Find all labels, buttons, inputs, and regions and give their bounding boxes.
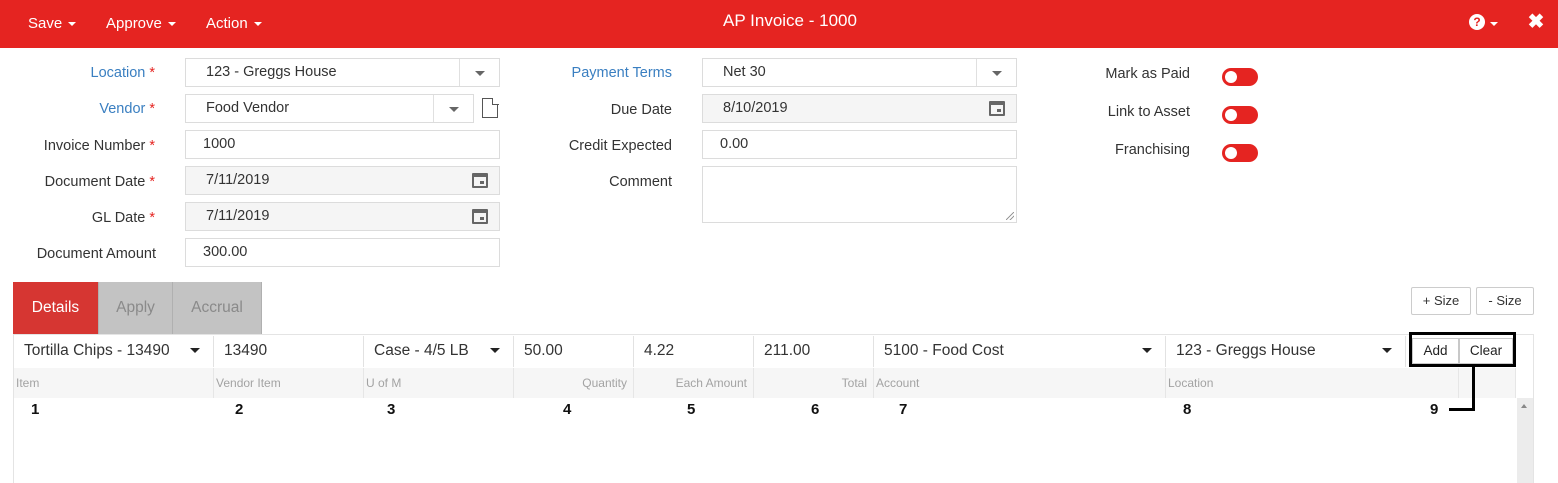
annotation-number: 8 [1183,401,1192,418]
credit-expected-label: Credit Expected [568,138,672,154]
account-value: 5100 - Food Cost [884,342,1004,359]
due-date-label: Due Date [610,102,672,118]
item-select[interactable]: Tortilla Chips - 13490 [14,336,214,367]
annotation-connector [1472,367,1475,411]
location-label: Location * [90,65,155,81]
chevron-down-icon[interactable] [1129,336,1165,365]
document-amount-input[interactable]: 300.00 [185,238,500,267]
annotation-highlight-box [1409,332,1516,367]
location-select[interactable]: 123 - Greggs House [185,58,500,87]
comment-label: Comment [609,174,672,190]
invoice-number-label: Invoice Number * [43,138,155,154]
location-value: 123 - Greggs House [206,64,337,80]
payment-terms-label: Payment Terms [571,65,672,81]
vendor-select[interactable]: Food Vendor [185,94,474,123]
quantity-input[interactable]: 50.00 [514,336,634,367]
close-icon[interactable]: ✖ [1527,10,1545,34]
document-date-label: Document Date * [44,174,155,190]
column-header-account[interactable]: Account [874,368,1166,398]
column-header-vendor-item[interactable]: Vendor Item [214,368,364,398]
calendar-icon[interactable] [472,209,488,224]
document-amount-value: 300.00 [203,244,248,260]
column-header-total[interactable]: Total [754,368,874,398]
document-date-input[interactable]: 7/11/2019 [185,166,500,195]
chevron-down-icon[interactable] [459,59,499,86]
chevron-down-icon[interactable] [1369,336,1405,365]
payment-terms-value: Net 30 [723,64,766,80]
invoice-number-input[interactable]: 1000 [185,130,500,159]
chevron-down-icon[interactable] [477,336,513,365]
quantity-value: 50.00 [524,342,563,359]
total-value: 211.00 [764,342,811,359]
total-input[interactable]: 211.00 [754,336,874,367]
calendar-icon[interactable] [989,101,1005,116]
line-location-select[interactable]: 123 - Greggs House [1166,336,1406,367]
vendor-item-value: 13490 [224,342,268,359]
annotation-number: 2 [235,401,244,418]
scroll-up-icon[interactable] [1521,404,1527,408]
column-header-each-amount[interactable]: Each Amount [634,368,754,398]
top-bar: Save Approve Action AP Invoice - 1000 ? … [0,0,1558,48]
chevron-down-icon[interactable] [177,336,213,365]
credit-expected-input[interactable]: 0.00 [702,130,1017,159]
gl-date-input[interactable]: 7/11/2019 [185,202,500,231]
document-icon[interactable] [482,97,499,118]
gl-date-label: GL Date * [91,210,155,226]
link-to-asset-toggle[interactable] [1222,106,1258,124]
annotation-number: 4 [563,401,572,418]
payment-terms-select[interactable]: Net 30 [702,58,1017,87]
annotation-number: 3 [387,401,396,418]
column-header-item[interactable]: Item [14,368,214,398]
calendar-icon[interactable] [472,173,488,188]
gl-date-value: 7/11/2019 [206,208,270,224]
chevron-down-icon[interactable] [1490,22,1498,26]
franchising-toggle[interactable] [1222,144,1258,162]
each-amount-input[interactable]: 4.22 [634,336,754,367]
tab-accrual[interactable]: Accrual [173,282,262,334]
each-amount-value: 4.22 [644,342,675,359]
document-amount-label: Document Amount [36,246,156,262]
item-value: Tortilla Chips - 13490 [24,342,170,359]
vendor-label: Vendor * [99,101,155,117]
chevron-down-icon[interactable] [433,95,473,122]
annotation-number: 5 [687,401,696,418]
account-select[interactable]: 5100 - Food Cost [874,336,1166,367]
mark-as-paid-toggle[interactable] [1222,68,1258,86]
franchising-label: Franchising [1115,142,1190,158]
column-header-uom[interactable]: U of M [364,368,514,398]
uom-value: Case - 4/5 LB [374,342,469,359]
column-header-quantity[interactable]: Quantity [514,368,634,398]
annotation-number: 1 [31,401,40,418]
resize-handle-icon[interactable] [1006,212,1014,220]
decrease-size-button[interactable]: - Size [1476,287,1534,315]
annotation-number: 9 [1430,401,1439,418]
tab-apply[interactable]: Apply [99,282,173,334]
annotation-number: 6 [811,401,820,418]
annotation-number: 7 [899,401,908,418]
question-circle-icon[interactable]: ? [1469,14,1485,30]
tab-details[interactable]: Details [13,282,99,334]
annotation-connector [1449,408,1475,411]
credit-expected-value: 0.00 [720,136,749,152]
comment-textarea[interactable] [702,166,1017,223]
increase-size-button[interactable]: + Size [1411,287,1471,315]
mark-as-paid-label: Mark as Paid [1105,66,1190,82]
line-location-value: 123 - Greggs House [1176,342,1316,359]
uom-select[interactable]: Case - 4/5 LB [364,336,514,367]
chevron-down-icon[interactable] [976,59,1016,86]
document-date-value: 7/11/2019 [206,172,270,188]
vendor-item-input[interactable]: 13490 [214,336,364,367]
due-date-input[interactable]: 8/10/2019 [702,94,1017,123]
column-header-actions [1459,368,1516,398]
invoice-number-value: 1000 [203,136,236,152]
link-to-asset-label: Link to Asset [1107,104,1190,120]
page-title: AP Invoice - 1000 [723,11,857,30]
due-date-value: 8/10/2019 [723,100,788,116]
grid-scrollbar[interactable] [1517,398,1533,483]
column-header-location[interactable]: Location [1166,368,1459,398]
vendor-value: Food Vendor [206,100,290,116]
